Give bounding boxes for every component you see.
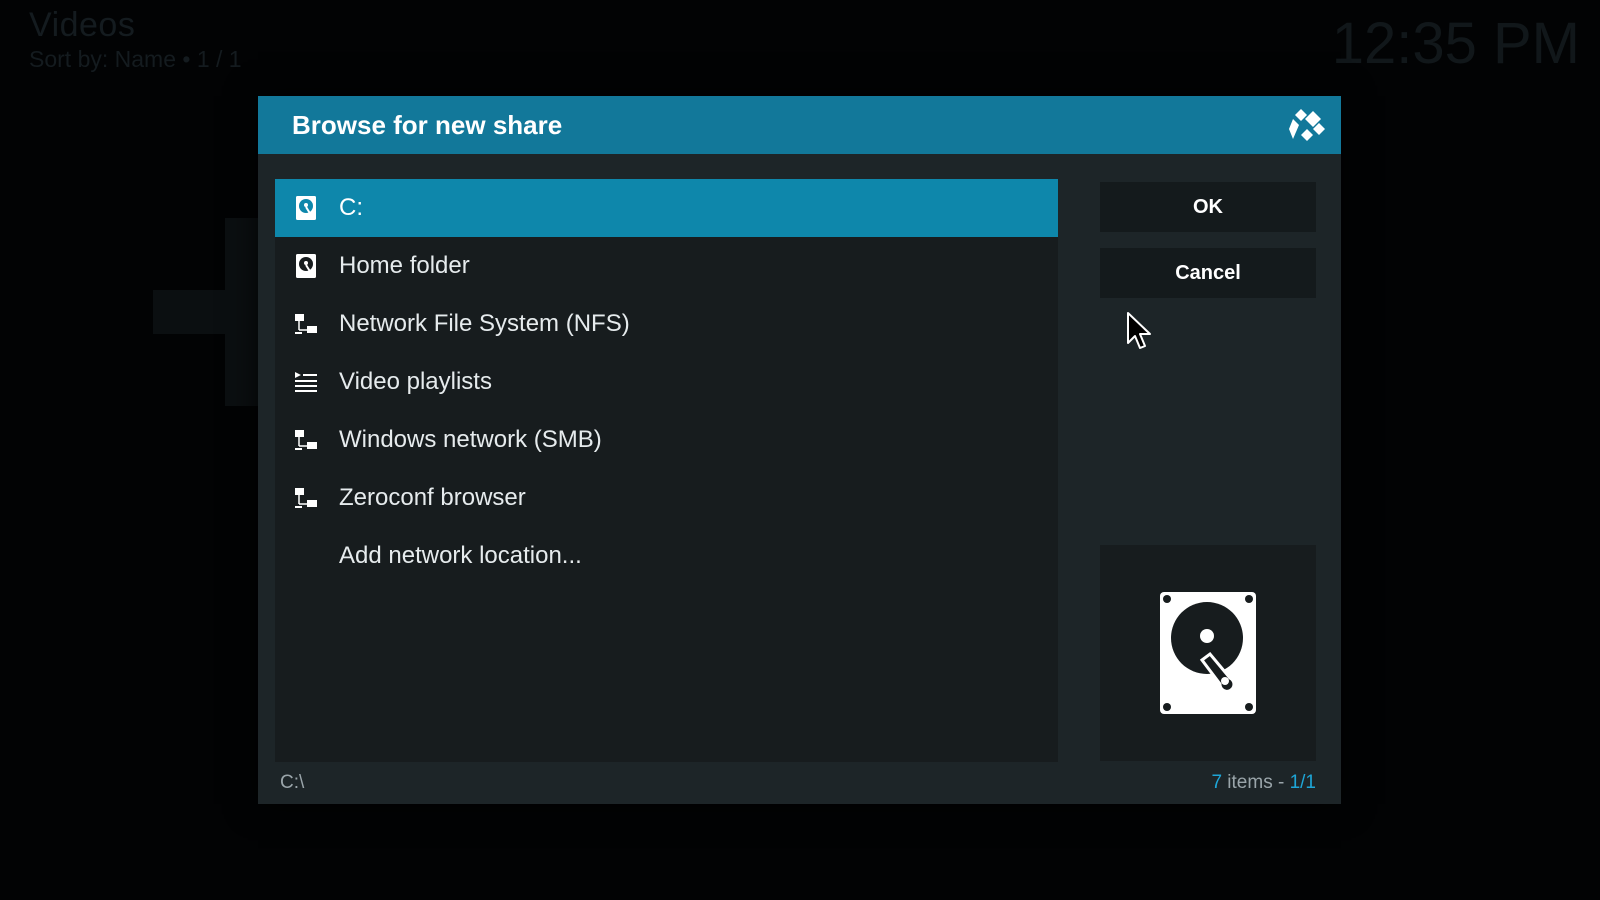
item-count-label: 7 items - 1/1 <box>1211 772 1316 794</box>
list-item-nfs[interactable]: Network File System (NFS) <box>275 295 1058 353</box>
kodi-logo-icon <box>1289 109 1325 141</box>
list-item-label: Network File System (NFS) <box>339 310 630 337</box>
network-icon <box>291 425 321 455</box>
mouse-pointer-icon <box>1127 312 1151 349</box>
list-item-smb[interactable]: Windows network (SMB) <box>275 411 1058 469</box>
list-item-label: Zeroconf browser <box>339 484 526 511</box>
page-indicator: 1/1 <box>1289 772 1316 793</box>
list-item-video-playlists[interactable]: Video playlists <box>275 353 1058 411</box>
dialog-header: Browse for new share <box>258 96 1341 154</box>
current-path: C:\ <box>280 772 305 793</box>
list-item-label: Add network location... <box>339 542 582 569</box>
screen: Videos Sort by: Name • 1 / 1 12:35 PM Br… <box>0 0 1600 900</box>
list-item-label: Video playlists <box>339 368 492 395</box>
item-count-suffix: items - <box>1222 772 1290 793</box>
playlist-icon <box>291 367 321 397</box>
list-item-home-folder[interactable]: Home folder <box>275 237 1058 295</box>
list-item-add-network-location[interactable]: Add network location... <box>275 527 1058 585</box>
list-item-c-drive[interactable]: C: <box>275 179 1058 237</box>
blank-icon <box>291 541 321 571</box>
thumbnail-panel <box>1100 545 1316 761</box>
harddisk-icon <box>291 251 321 281</box>
harddisk-icon <box>291 193 321 223</box>
item-count: 7 <box>1211 772 1223 793</box>
browse-share-dialog: Browse for new share C: Home folder Netw… <box>258 96 1341 804</box>
list-item-zeroconf[interactable]: Zeroconf browser <box>275 469 1058 527</box>
background-window-title: Videos <box>29 6 136 44</box>
network-icon <box>291 309 321 339</box>
list-item-label: Home folder <box>339 252 470 279</box>
cancel-button[interactable]: Cancel <box>1100 248 1316 298</box>
list-item-label: Windows network (SMB) <box>339 426 602 453</box>
list-item-label: C: <box>339 194 363 221</box>
source-list: C: Home folder Network File System (NFS)… <box>275 179 1058 762</box>
dialog-title: Browse for new share <box>292 110 563 140</box>
ok-button[interactable]: OK <box>1100 182 1316 232</box>
harddisk-thumbnail-icon <box>1160 592 1256 714</box>
background-clock: 12:35 PM <box>1331 11 1580 76</box>
background-sort-label: Sort by: Name • 1 / 1 <box>29 46 242 72</box>
network-icon <box>291 483 321 513</box>
